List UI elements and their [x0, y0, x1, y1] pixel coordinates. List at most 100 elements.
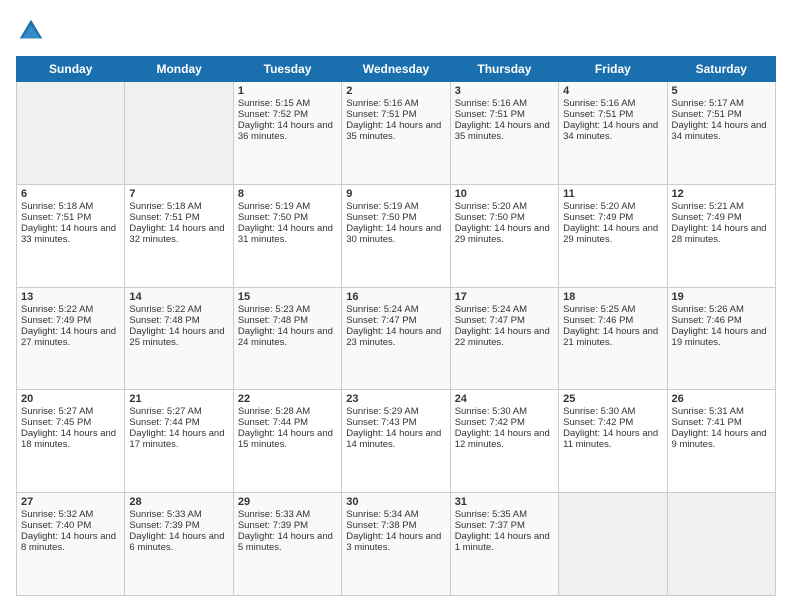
calendar-cell: 10Sunrise: 5:20 AMSunset: 7:50 PMDayligh… [450, 184, 558, 287]
day-number: 1 [238, 85, 337, 97]
sunrise-text: Sunrise: 5:15 AM [238, 98, 337, 109]
sunrise-text: Sunrise: 5:29 AM [346, 406, 445, 417]
weekday-tuesday: Tuesday [233, 57, 341, 82]
sunset-text: Sunset: 7:50 PM [346, 212, 445, 223]
sunrise-text: Sunrise: 5:19 AM [238, 201, 337, 212]
day-number: 21 [129, 393, 228, 405]
sunset-text: Sunset: 7:51 PM [21, 212, 120, 223]
sunrise-text: Sunrise: 5:31 AM [672, 406, 771, 417]
sunrise-text: Sunrise: 5:23 AM [238, 304, 337, 315]
daylight-text: Daylight: 14 hours and 17 minutes. [129, 428, 228, 450]
calendar-cell: 24Sunrise: 5:30 AMSunset: 7:42 PMDayligh… [450, 390, 558, 493]
calendar-table: SundayMondayTuesdayWednesdayThursdayFrid… [16, 56, 776, 596]
calendar-cell: 18Sunrise: 5:25 AMSunset: 7:46 PMDayligh… [559, 287, 667, 390]
day-number: 22 [238, 393, 337, 405]
calendar-cell [125, 82, 233, 185]
day-number: 14 [129, 291, 228, 303]
calendar-cell: 28Sunrise: 5:33 AMSunset: 7:39 PMDayligh… [125, 493, 233, 596]
sunset-text: Sunset: 7:48 PM [129, 315, 228, 326]
day-number: 9 [346, 188, 445, 200]
daylight-text: Daylight: 14 hours and 8 minutes. [21, 531, 120, 553]
sunrise-text: Sunrise: 5:34 AM [346, 509, 445, 520]
day-number: 25 [563, 393, 662, 405]
daylight-text: Daylight: 14 hours and 15 minutes. [238, 428, 337, 450]
sunrise-text: Sunrise: 5:35 AM [455, 509, 554, 520]
sunrise-text: Sunrise: 5:33 AM [238, 509, 337, 520]
daylight-text: Daylight: 14 hours and 27 minutes. [21, 326, 120, 348]
calendar-week-2: 6Sunrise: 5:18 AMSunset: 7:51 PMDaylight… [17, 184, 776, 287]
daylight-text: Daylight: 14 hours and 18 minutes. [21, 428, 120, 450]
calendar-cell: 29Sunrise: 5:33 AMSunset: 7:39 PMDayligh… [233, 493, 341, 596]
day-number: 2 [346, 85, 445, 97]
sunset-text: Sunset: 7:37 PM [455, 520, 554, 531]
calendar-cell: 13Sunrise: 5:22 AMSunset: 7:49 PMDayligh… [17, 287, 125, 390]
sunset-text: Sunset: 7:40 PM [21, 520, 120, 531]
calendar-cell: 22Sunrise: 5:28 AMSunset: 7:44 PMDayligh… [233, 390, 341, 493]
sunrise-text: Sunrise: 5:32 AM [21, 509, 120, 520]
calendar-cell: 19Sunrise: 5:26 AMSunset: 7:46 PMDayligh… [667, 287, 775, 390]
day-number: 27 [21, 496, 120, 508]
sunset-text: Sunset: 7:52 PM [238, 109, 337, 120]
sunrise-text: Sunrise: 5:26 AM [672, 304, 771, 315]
day-number: 15 [238, 291, 337, 303]
daylight-text: Daylight: 14 hours and 33 minutes. [21, 223, 120, 245]
sunset-text: Sunset: 7:45 PM [21, 417, 120, 428]
sunset-text: Sunset: 7:41 PM [672, 417, 771, 428]
daylight-text: Daylight: 14 hours and 1 minute. [455, 531, 554, 553]
day-number: 19 [672, 291, 771, 303]
sunset-text: Sunset: 7:46 PM [563, 315, 662, 326]
weekday-sunday: Sunday [17, 57, 125, 82]
daylight-text: Daylight: 14 hours and 6 minutes. [129, 531, 228, 553]
page: SundayMondayTuesdayWednesdayThursdayFrid… [0, 0, 792, 612]
calendar-cell: 12Sunrise: 5:21 AMSunset: 7:49 PMDayligh… [667, 184, 775, 287]
daylight-text: Daylight: 14 hours and 24 minutes. [238, 326, 337, 348]
calendar-cell: 9Sunrise: 5:19 AMSunset: 7:50 PMDaylight… [342, 184, 450, 287]
day-number: 4 [563, 85, 662, 97]
day-number: 23 [346, 393, 445, 405]
sunset-text: Sunset: 7:46 PM [672, 315, 771, 326]
calendar-cell: 20Sunrise: 5:27 AMSunset: 7:45 PMDayligh… [17, 390, 125, 493]
sunrise-text: Sunrise: 5:17 AM [672, 98, 771, 109]
sunset-text: Sunset: 7:50 PM [455, 212, 554, 223]
calendar-cell: 8Sunrise: 5:19 AMSunset: 7:50 PMDaylight… [233, 184, 341, 287]
daylight-text: Daylight: 14 hours and 36 minutes. [238, 120, 337, 142]
sunrise-text: Sunrise: 5:22 AM [129, 304, 228, 315]
weekday-friday: Friday [559, 57, 667, 82]
header [16, 16, 776, 46]
day-number: 16 [346, 291, 445, 303]
daylight-text: Daylight: 14 hours and 3 minutes. [346, 531, 445, 553]
sunset-text: Sunset: 7:43 PM [346, 417, 445, 428]
day-number: 17 [455, 291, 554, 303]
daylight-text: Daylight: 14 hours and 12 minutes. [455, 428, 554, 450]
sunrise-text: Sunrise: 5:30 AM [563, 406, 662, 417]
daylight-text: Daylight: 14 hours and 23 minutes. [346, 326, 445, 348]
day-number: 28 [129, 496, 228, 508]
sunrise-text: Sunrise: 5:18 AM [21, 201, 120, 212]
daylight-text: Daylight: 14 hours and 28 minutes. [672, 223, 771, 245]
daylight-text: Daylight: 14 hours and 25 minutes. [129, 326, 228, 348]
weekday-saturday: Saturday [667, 57, 775, 82]
sunset-text: Sunset: 7:42 PM [455, 417, 554, 428]
calendar-week-1: 1Sunrise: 5:15 AMSunset: 7:52 PMDaylight… [17, 82, 776, 185]
day-number: 18 [563, 291, 662, 303]
daylight-text: Daylight: 14 hours and 5 minutes. [238, 531, 337, 553]
day-number: 6 [21, 188, 120, 200]
calendar-cell: 4Sunrise: 5:16 AMSunset: 7:51 PMDaylight… [559, 82, 667, 185]
sunset-text: Sunset: 7:39 PM [129, 520, 228, 531]
weekday-header-row: SundayMondayTuesdayWednesdayThursdayFrid… [17, 57, 776, 82]
day-number: 26 [672, 393, 771, 405]
sunrise-text: Sunrise: 5:18 AM [129, 201, 228, 212]
day-number: 5 [672, 85, 771, 97]
day-number: 12 [672, 188, 771, 200]
sunset-text: Sunset: 7:50 PM [238, 212, 337, 223]
calendar-cell: 31Sunrise: 5:35 AMSunset: 7:37 PMDayligh… [450, 493, 558, 596]
day-number: 31 [455, 496, 554, 508]
calendar-cell: 3Sunrise: 5:16 AMSunset: 7:51 PMDaylight… [450, 82, 558, 185]
daylight-text: Daylight: 14 hours and 9 minutes. [672, 428, 771, 450]
logo [16, 16, 48, 46]
sunset-text: Sunset: 7:51 PM [346, 109, 445, 120]
sunset-text: Sunset: 7:51 PM [129, 212, 228, 223]
sunset-text: Sunset: 7:38 PM [346, 520, 445, 531]
weekday-monday: Monday [125, 57, 233, 82]
calendar-cell: 2Sunrise: 5:16 AMSunset: 7:51 PMDaylight… [342, 82, 450, 185]
